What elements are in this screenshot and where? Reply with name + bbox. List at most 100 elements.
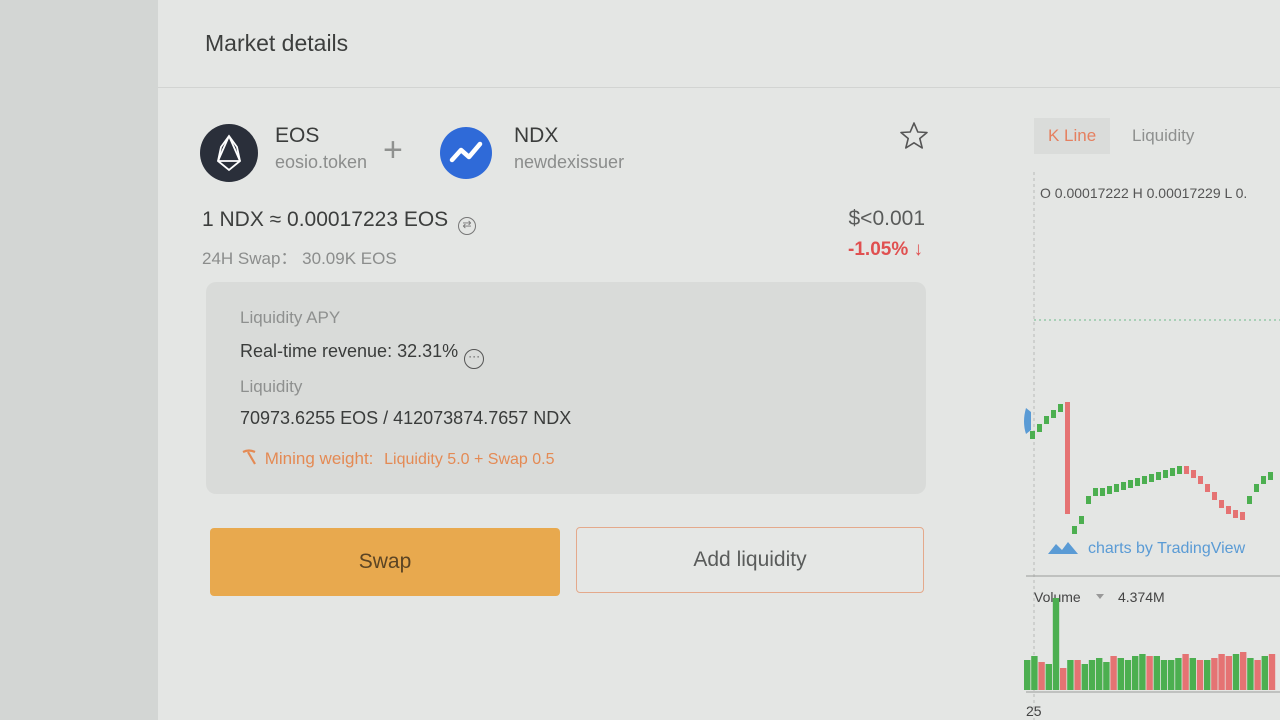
- candle: [1233, 510, 1238, 518]
- candle: [1240, 512, 1245, 520]
- tab-liquidity[interactable]: Liquidity: [1118, 118, 1208, 154]
- tab-k-line[interactable]: K Line: [1034, 118, 1111, 154]
- chart-panel: K Line Liquidity O 0.00017222 H 0.000172…: [1018, 96, 1280, 720]
- candle: [1114, 484, 1119, 492]
- candle: [1163, 470, 1168, 478]
- scroll-handle-icon[interactable]: [1024, 408, 1031, 434]
- candle: [1212, 492, 1217, 500]
- price-change: -1.05% ↓: [848, 239, 923, 260]
- volume-value: 4.374M: [1118, 589, 1165, 605]
- more-info-icon[interactable]: ···: [464, 349, 485, 369]
- left-margin: [0, 0, 158, 720]
- ndx-logo-icon: [440, 127, 492, 179]
- base-token-issuer: eosio.token: [275, 152, 368, 172]
- volume-bar: [1196, 660, 1204, 690]
- volume-bar: [1232, 654, 1240, 690]
- ohlc-readout: O 0.00017222 H 0.00017229 L 0.: [1040, 185, 1247, 201]
- exchange-rate-text: 1 NDX ≈ 0.00017223 EOS: [202, 208, 449, 231]
- candle: [1135, 478, 1140, 486]
- eos-logo-icon: [200, 124, 258, 182]
- volume-bar: [1124, 660, 1132, 690]
- volume-bar: [1168, 660, 1175, 690]
- liquidity-apy-label: Liquidity APY: [240, 308, 341, 327]
- candle: [1170, 468, 1175, 476]
- swap-direction-icon[interactable]: ⇄: [458, 217, 477, 235]
- volume-bar: [1211, 658, 1218, 690]
- volume-bar: [1189, 658, 1196, 690]
- 24h-swap-volume: 24H Swap： 30.09K EOS: [202, 244, 397, 269]
- candle: [1065, 402, 1070, 514]
- volume-bar: [1117, 658, 1124, 690]
- base-token-symbol: EOS: [275, 124, 320, 147]
- k-line-chart[interactable]: O 0.00017222 H 0.00017229 L 0. charts by…: [1018, 172, 1280, 720]
- liquidity-label: Liquidity: [240, 377, 303, 396]
- candle: [1107, 486, 1112, 494]
- candle: [1184, 466, 1189, 474]
- liquidity-value: 70973.6255 EOS / 412073874.7657 NDX: [240, 408, 572, 428]
- volume-bar: [1132, 656, 1139, 690]
- volume-bar: [1240, 652, 1247, 690]
- candle: [1226, 506, 1231, 514]
- volume-bar: [1060, 668, 1067, 690]
- market-details-page: Market details EOS eosio.token + NDX new…: [158, 0, 1280, 720]
- quote-token-issuer: newdexissuer: [514, 152, 625, 172]
- volume-bar: [1096, 658, 1103, 690]
- volume-bar: [1204, 660, 1211, 690]
- candle: [1198, 476, 1203, 484]
- swap-button[interactable]: Swap: [210, 528, 560, 596]
- candle: [1128, 480, 1133, 488]
- add-liquidity-button[interactable]: Add liquidity: [576, 527, 924, 593]
- candle: [1142, 476, 1147, 484]
- candle: [1247, 496, 1252, 504]
- chevron-down-icon[interactable]: [1096, 594, 1104, 599]
- favorite-star-icon[interactable]: [898, 120, 930, 152]
- mining-weight-label: Mining weight:: [264, 449, 374, 468]
- volume-bar: [1052, 598, 1060, 690]
- candle: [1100, 488, 1105, 496]
- volume-bar: [1182, 654, 1189, 690]
- candle: [1037, 424, 1042, 432]
- candle: [1177, 466, 1182, 474]
- candle: [1149, 474, 1154, 482]
- x-axis-tick: 25: [1026, 703, 1042, 719]
- candle: [1086, 496, 1091, 504]
- volume-bar: [1031, 656, 1038, 690]
- volume-bar: [1074, 660, 1081, 690]
- candle: [1121, 482, 1126, 490]
- candle: [1205, 484, 1210, 492]
- volume-bar: [1225, 656, 1232, 690]
- volume-bar: [1024, 660, 1031, 690]
- swap-volume-label: 24H Swap：: [202, 249, 298, 268]
- swap-volume-value: 30.09K EOS: [302, 249, 397, 268]
- volume-bar: [1254, 660, 1261, 690]
- candle: [1261, 476, 1266, 484]
- volume-bar: [1247, 658, 1254, 690]
- pickaxe-icon: [240, 448, 260, 469]
- mining-weight: Mining weight: Liquidity 5.0 + Swap 0.5: [240, 448, 554, 469]
- exchange-rate: 1 NDX ≈ 0.00017223 EOS ⇄: [202, 208, 477, 235]
- plus-icon: +: [383, 131, 403, 169]
- volume-bar: [1160, 660, 1168, 690]
- candle: [1072, 526, 1077, 534]
- liquidity-info-card: Liquidity APY Real-time revenue: 32.31% ·…: [206, 282, 926, 494]
- candle: [1093, 488, 1098, 496]
- candle: [1268, 472, 1273, 480]
- mining-weight-value: Liquidity 5.0 + Swap 0.5: [384, 451, 555, 468]
- volume-bar: [1081, 664, 1088, 690]
- candle: [1191, 470, 1196, 478]
- volume-bar: [1218, 654, 1225, 690]
- realtime-revenue: Real-time revenue: 32.31% ···: [240, 341, 485, 369]
- volume-bars: [1024, 598, 1276, 690]
- candlesticks: [1030, 402, 1273, 534]
- volume-bar: [1153, 656, 1160, 690]
- usd-price: $<0.001: [848, 207, 926, 230]
- volume-bar: [1175, 658, 1182, 690]
- candle: [1051, 410, 1056, 418]
- candle: [1044, 416, 1049, 424]
- volume-bar: [1088, 660, 1096, 690]
- page-header: Market details: [158, 0, 1280, 88]
- volume-bar: [1261, 656, 1268, 690]
- volume-bar: [1268, 654, 1276, 690]
- volume-bar: [1146, 656, 1153, 690]
- volume-bar: [1139, 654, 1146, 690]
